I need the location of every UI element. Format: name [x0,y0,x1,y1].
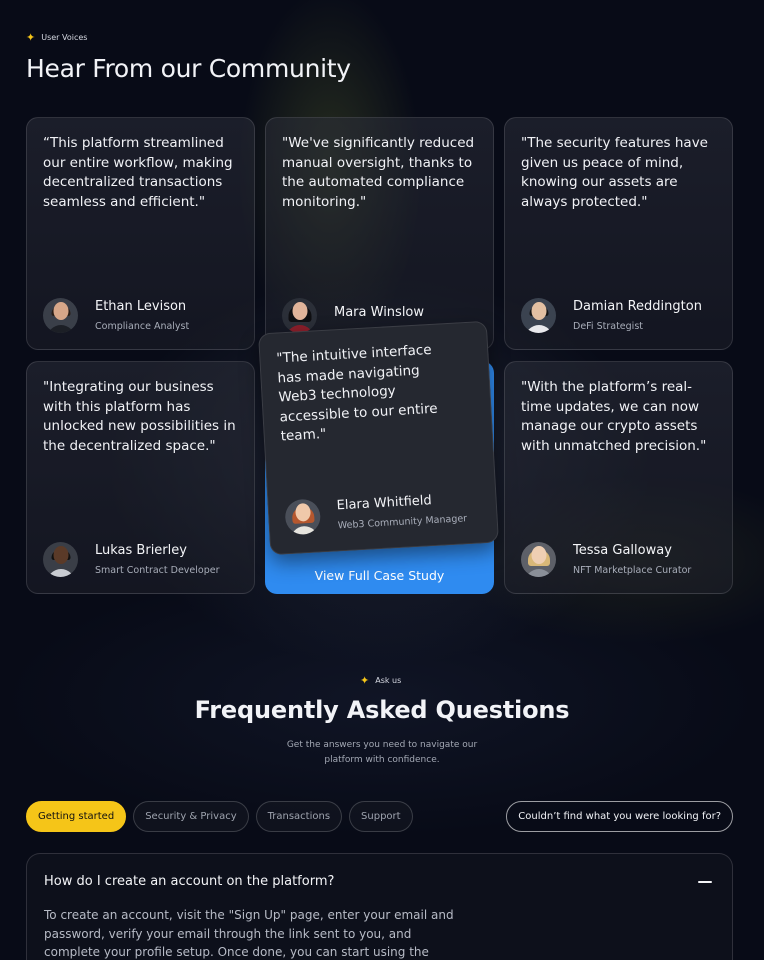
author-role: NFT Marketplace Curator [573,565,692,576]
testimonial-quote: "We've significantly reduced manual over… [282,135,475,210]
view-case-study-button[interactable]: View Full Case Study [265,568,494,583]
author-name: Elara Whitfield [336,493,433,514]
tab-support[interactable]: Support [349,801,413,832]
author-name: Tessa Galloway [573,543,672,558]
author-role: DeFi Strategist [573,321,643,332]
author-role: Compliance Analyst [95,321,190,332]
testimonial-quote: “This platform streamlined our entire wo… [43,135,233,210]
avatar [43,298,78,333]
sparkle-icon: ✦ [360,674,370,687]
author-name: Damian Reddington [573,299,702,314]
testimonials-title: Hear From our Community [26,54,351,83]
avatar [521,542,556,577]
sparkle-icon: ✦ [26,31,36,44]
testimonial-quote: "With the platform’s real-time updates, … [521,379,707,454]
faq-eyebrow: ✦ Ask us [360,675,401,686]
testimonial-author: Lukas Brierley Smart Contract Developer [43,542,220,577]
faq-subtitle: Get the answers you need to navigate our… [0,738,764,768]
tab-getting-started[interactable]: Getting started [26,801,127,832]
testimonial-card: "With the platform’s real-time updates, … [504,361,733,594]
testimonial-quote: "Integrating our business with this plat… [43,379,236,454]
faq-item[interactable]: How do I create an account on the platfo… [26,853,733,960]
author-role: Web3 Community Manager [337,513,468,532]
avatar [284,498,322,536]
contact-help-button[interactable]: Couldn’t find what you were looking for? [506,801,733,832]
testimonials-eyebrow: ✦ User Voices [26,32,87,43]
testimonial-author: Damian Reddington DeFi Strategist [521,298,702,333]
avatar [43,542,78,577]
avatar [521,298,556,333]
faq-tabs: Getting started Security & Privacy Trans… [26,801,413,832]
testimonial-author: Ethan Levison Compliance Analyst [43,298,189,333]
testimonial-author: Elara Whitfield Web3 Community Manager [284,490,468,536]
testimonial-card-featured[interactable]: "The intuitive interface has made naviga… [257,320,500,556]
testimonial-card: "The security features have given us pea… [504,117,733,350]
faq-question[interactable]: How do I create an account on the platfo… [44,874,334,889]
author-name: Lukas Brierley [95,543,187,558]
testimonial-card: “This platform streamlined our entire wo… [26,117,255,350]
testimonials-eyebrow-label: User Voices [41,33,88,42]
minus-icon[interactable] [698,881,712,883]
faq-title: Frequently Asked Questions [194,696,570,724]
testimonial-quote: "The security features have given us pea… [521,135,708,210]
testimonial-author: Tessa Galloway NFT Marketplace Curator [521,542,691,577]
faq-eyebrow-label: Ask us [375,676,402,685]
faq-subtitle-line: platform with confidence. [324,755,440,765]
author-role: Smart Contract Developer [95,565,220,576]
tab-transactions[interactable]: Transactions [255,801,343,832]
testimonial-card: "We've significantly reduced manual over… [265,117,494,350]
tab-security-privacy[interactable]: Security & Privacy [133,801,249,832]
author-name: Mara Winslow [334,304,425,320]
testimonial-card: "Integrating our business with this plat… [26,361,255,594]
testimonial-quote: "The intuitive interface has made naviga… [275,341,438,445]
faq-answer: To create an account, visit the "Sign Up… [44,908,454,959]
author-name: Ethan Levison [95,299,187,314]
avatar [282,298,317,333]
faq-subtitle-line: Get the answers you need to navigate our [286,740,478,750]
